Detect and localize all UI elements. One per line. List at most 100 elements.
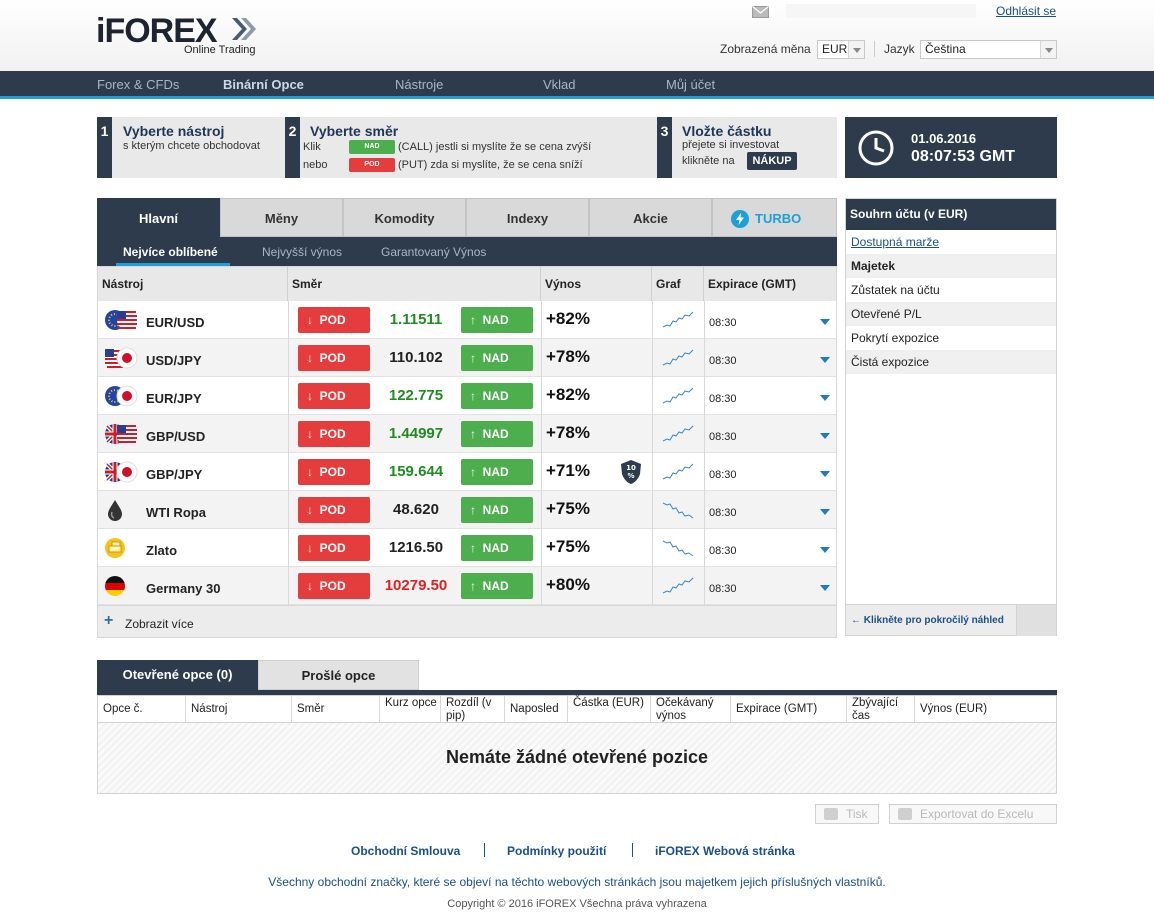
expiry-select[interactable]: 08:30	[704, 491, 836, 529]
show-more-button[interactable]: + Zobrazit více	[98, 605, 836, 637]
tab-expired-options[interactable]: Prošlé opce	[258, 660, 419, 690]
expiry-select[interactable]: 08:30	[704, 301, 836, 339]
tab-indices[interactable]: Indexy	[466, 198, 589, 237]
column-divider	[288, 491, 289, 529]
mini-chart-icon[interactable]	[662, 537, 694, 559]
mini-chart-icon[interactable]	[662, 423, 694, 445]
mini-chart-icon[interactable]	[662, 309, 694, 331]
print-button[interactable]: Tisk	[815, 804, 879, 824]
call-label: NAD	[482, 389, 509, 403]
put-button[interactable]: ↓ POD	[298, 307, 370, 333]
mini-chart-icon[interactable]	[662, 347, 694, 369]
call-label: NAD	[482, 579, 509, 593]
mini-chart-icon[interactable]	[662, 499, 694, 521]
col-expiry: Expirace (GMT)	[704, 267, 836, 301]
put-button[interactable]: ↓ POD	[298, 497, 370, 523]
expiry-select[interactable]: 08:30	[704, 567, 836, 605]
nav-forex[interactable]: Forex & CFDs	[97, 77, 179, 92]
mini-chart-icon[interactable]	[662, 575, 694, 597]
instrument-yield: +82%	[546, 309, 590, 328]
currency-select[interactable]: EUR	[817, 40, 865, 59]
tab-currencies[interactable]: Měny	[220, 198, 343, 237]
col-direction: Směr	[288, 267, 541, 301]
call-label: NAD	[482, 427, 509, 441]
language-value: Čeština	[925, 42, 966, 56]
chevron-down-icon	[848, 41, 864, 58]
table-row: EUR/JPY ↓ POD 122.775 ↑ NAD +82% 08:30	[98, 377, 836, 415]
subtab-guaranteed-yield[interactable]: Garantovaný Výnos	[381, 245, 486, 259]
call-button[interactable]: ↑ NAD	[461, 383, 533, 409]
expiry-select[interactable]: 08:30	[704, 339, 836, 377]
call-button[interactable]: ↑ NAD	[461, 345, 533, 371]
col-opt-diff: Rozdíl (v pip)	[441, 696, 505, 722]
footer-link-terms[interactable]: Podmínky použití	[507, 844, 606, 858]
column-divider	[288, 567, 289, 605]
column-divider	[288, 529, 289, 567]
footer-link-website[interactable]: iFOREX Webová stránka	[655, 844, 795, 858]
tab-turbo[interactable]: TURBO	[712, 198, 837, 237]
call-button[interactable]: ↑ NAD	[461, 459, 533, 485]
nav-deposit[interactable]: Vklad	[543, 77, 576, 92]
expiry-value: 08:30	[709, 545, 737, 557]
footer-link-agreement[interactable]: Obchodní Smlouva	[351, 844, 460, 858]
put-label: POD	[319, 541, 346, 555]
logout-link[interactable]: Odhlásit se	[996, 4, 1056, 18]
expiry-select[interactable]: 08:30	[704, 529, 836, 567]
col-graph: Graf	[652, 267, 704, 301]
call-label: NAD	[482, 541, 509, 555]
instrument-name: Germany 30	[146, 581, 221, 596]
advanced-view-button[interactable]: ← Klikněte pro pokročilý náhled	[846, 604, 1056, 636]
instrument-price: 1.11511	[389, 311, 443, 328]
export-excel-button[interactable]: Exportovat do Excelu	[889, 804, 1057, 824]
logo-subtitle: Online Trading	[184, 44, 256, 56]
call-button[interactable]: ↑ NAD	[461, 497, 533, 523]
put-button[interactable]: ↓ POD	[298, 535, 370, 561]
show-more-label: Zobrazit více	[125, 617, 194, 631]
call-button[interactable]: ↑ NAD	[461, 421, 533, 447]
put-button[interactable]: ↓ POD	[298, 345, 370, 371]
arrow-down-icon: ↓	[307, 579, 313, 593]
subtab-highest-yield[interactable]: Nejvyšší výnos	[262, 245, 342, 259]
language-select[interactable]: Čeština	[920, 40, 1057, 59]
expiry-select[interactable]: 08:30	[704, 415, 836, 453]
mini-chart-icon[interactable]	[662, 461, 694, 483]
call-button[interactable]: ↑ NAD	[461, 307, 533, 333]
call-button[interactable]: ↑ NAD	[461, 535, 533, 561]
divider	[874, 41, 875, 57]
available-margin-link[interactable]: Dostupná marže	[846, 230, 1056, 254]
put-button[interactable]: ↓ POD	[298, 573, 370, 599]
subtabs: Nejvíce oblíbené Nejvyšší výnos Garantov…	[97, 237, 837, 266]
instrument-price: 1.44997	[388, 425, 444, 442]
arrow-down-icon: ↓	[307, 503, 313, 517]
nav-binary-options[interactable]: Binární Opce	[223, 77, 304, 92]
net-exposure-label: Čistá expozice	[846, 350, 1056, 374]
column-divider	[288, 453, 289, 491]
logo[interactable]: iFOREX Online Trading	[96, 12, 266, 58]
step-3-title: Vložte částku	[682, 123, 772, 139]
nav-tools[interactable]: Nástroje	[395, 77, 443, 92]
put-button[interactable]: ↓ POD	[298, 421, 370, 447]
mail-icon[interactable]	[752, 6, 769, 18]
chevron-down-icon	[820, 357, 830, 363]
tab-commodities[interactable]: Komodity	[343, 198, 466, 237]
instrument-name: EUR/USD	[146, 315, 205, 330]
arrow-down-icon: ↓	[307, 389, 313, 403]
tab-stocks[interactable]: Akcie	[589, 198, 712, 237]
expiry-select[interactable]: 08:30	[704, 453, 836, 491]
put-button[interactable]: ↓ POD	[298, 383, 370, 409]
expiry-select[interactable]: 08:30	[704, 377, 836, 415]
step-2-nad-chip: NAD	[349, 140, 395, 154]
mini-chart-icon[interactable]	[662, 385, 694, 407]
col-opt-yield: Výnos (EUR)	[920, 703, 988, 715]
tab-open-options[interactable]: Otevřené opce (0)	[97, 660, 258, 690]
put-button[interactable]: ↓ POD	[298, 459, 370, 485]
column-divider	[652, 339, 653, 377]
arrow-up-icon: ↑	[470, 351, 476, 365]
call-button[interactable]: ↑ NAD	[461, 573, 533, 599]
tab-main[interactable]: Hlavní	[97, 198, 220, 237]
col-option-no: Opce č.	[98, 696, 186, 722]
nav-my-account[interactable]: Můj účet	[666, 77, 715, 92]
subtab-most-popular[interactable]: Nejvíce oblíbené	[123, 245, 218, 259]
user-info	[786, 4, 976, 18]
step-1-text: s kterým chcete obchodovat	[123, 140, 260, 152]
